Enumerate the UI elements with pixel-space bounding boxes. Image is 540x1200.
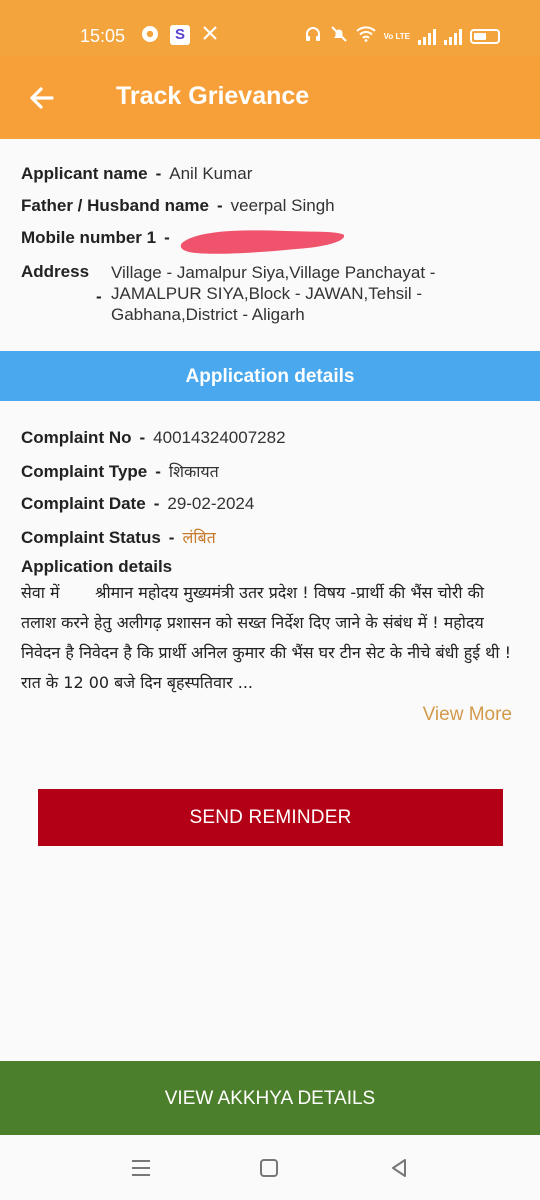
mobile-label: Mobile number 1 [21,228,157,247]
recents-menu-icon[interactable] [128,1155,154,1181]
chrome-icon [140,25,160,45]
notification-icons: S [140,25,220,45]
app-bar: Track Grievance [0,56,540,139]
complaint-no-label: Complaint No [21,428,132,447]
s-app-icon: S [170,25,190,45]
application-details-label: Application details [21,557,173,576]
home-icon[interactable] [256,1155,282,1181]
complaint-no-value: 40014324007282 [153,428,286,447]
address-label: Address [21,262,90,281]
send-reminder-button[interactable]: SEND REMINDER [38,789,503,846]
wifi-icon [355,26,376,47]
battery-level [474,33,486,40]
separator: - [216,196,223,215]
complaint-status-label: Complaint Status [21,528,161,547]
father-name-value: veerpal Singh [230,196,335,215]
back-arrow-icon [30,87,54,109]
mute-bell-icon [330,25,348,48]
separator: - [164,228,170,247]
system-nav-bar [0,1135,540,1200]
headphones-icon [304,25,322,48]
complaint-date-row: Complaint Date -29-02-2024 [21,494,254,514]
complaint-type-row: Complaint Type - शिकायत [21,460,219,482]
x-icon [200,25,220,45]
page-title: Track Grievance [116,82,310,110]
back-button[interactable] [22,78,62,118]
signal-icon-2 [444,28,462,45]
separator: - [168,528,175,547]
volte-label: Vo LTE [383,32,410,41]
battery-icon [470,29,500,44]
separator: - [139,428,146,447]
applicant-name-label: Applicant name [21,164,148,183]
separator: - [155,462,161,481]
application-details-header: Application details [0,351,540,401]
view-more-link[interactable]: View More [423,704,512,726]
applicant-name-row: Applicant name - Anil Kumar [21,164,521,196]
complaint-no-row: Complaint No -40014324007282 [21,428,286,448]
complaint-status-row: Complaint Status - लंबित [21,526,216,548]
system-icons: Vo LTE [304,25,500,48]
complaint-status-value: लंबित [182,528,216,547]
address-value: Village - Jamalpur Siya,Village Panchaya… [111,263,436,324]
complaint-type-label: Complaint Type [21,462,148,481]
separator: - [153,494,160,513]
complaint-date-label: Complaint Date [21,494,146,513]
separator: - [96,287,102,306]
signal-icon-1 [418,28,436,45]
status-bar: 15:05 S Vo LTE [0,0,540,56]
father-name-label: Father / Husband name [21,196,209,215]
view-akkhya-details-button[interactable]: VIEW AKKHYA DETAILS [0,1061,540,1135]
back-triangle-icon[interactable] [386,1155,412,1181]
application-details-text: सेवा में श्रीमान महोदय मुख्यमंत्री उतर प… [21,583,517,692]
separator: - [155,164,162,183]
applicant-name-value: Anil Kumar [169,164,253,183]
complaint-type-value: शिकायत [168,462,219,481]
complaint-date-value: 29-02-2024 [167,494,255,513]
status-time: 15:05 [80,26,126,46]
mobile-redaction [180,230,345,254]
father-name-row: Father / Husband name - veerpal Singh [21,196,521,228]
